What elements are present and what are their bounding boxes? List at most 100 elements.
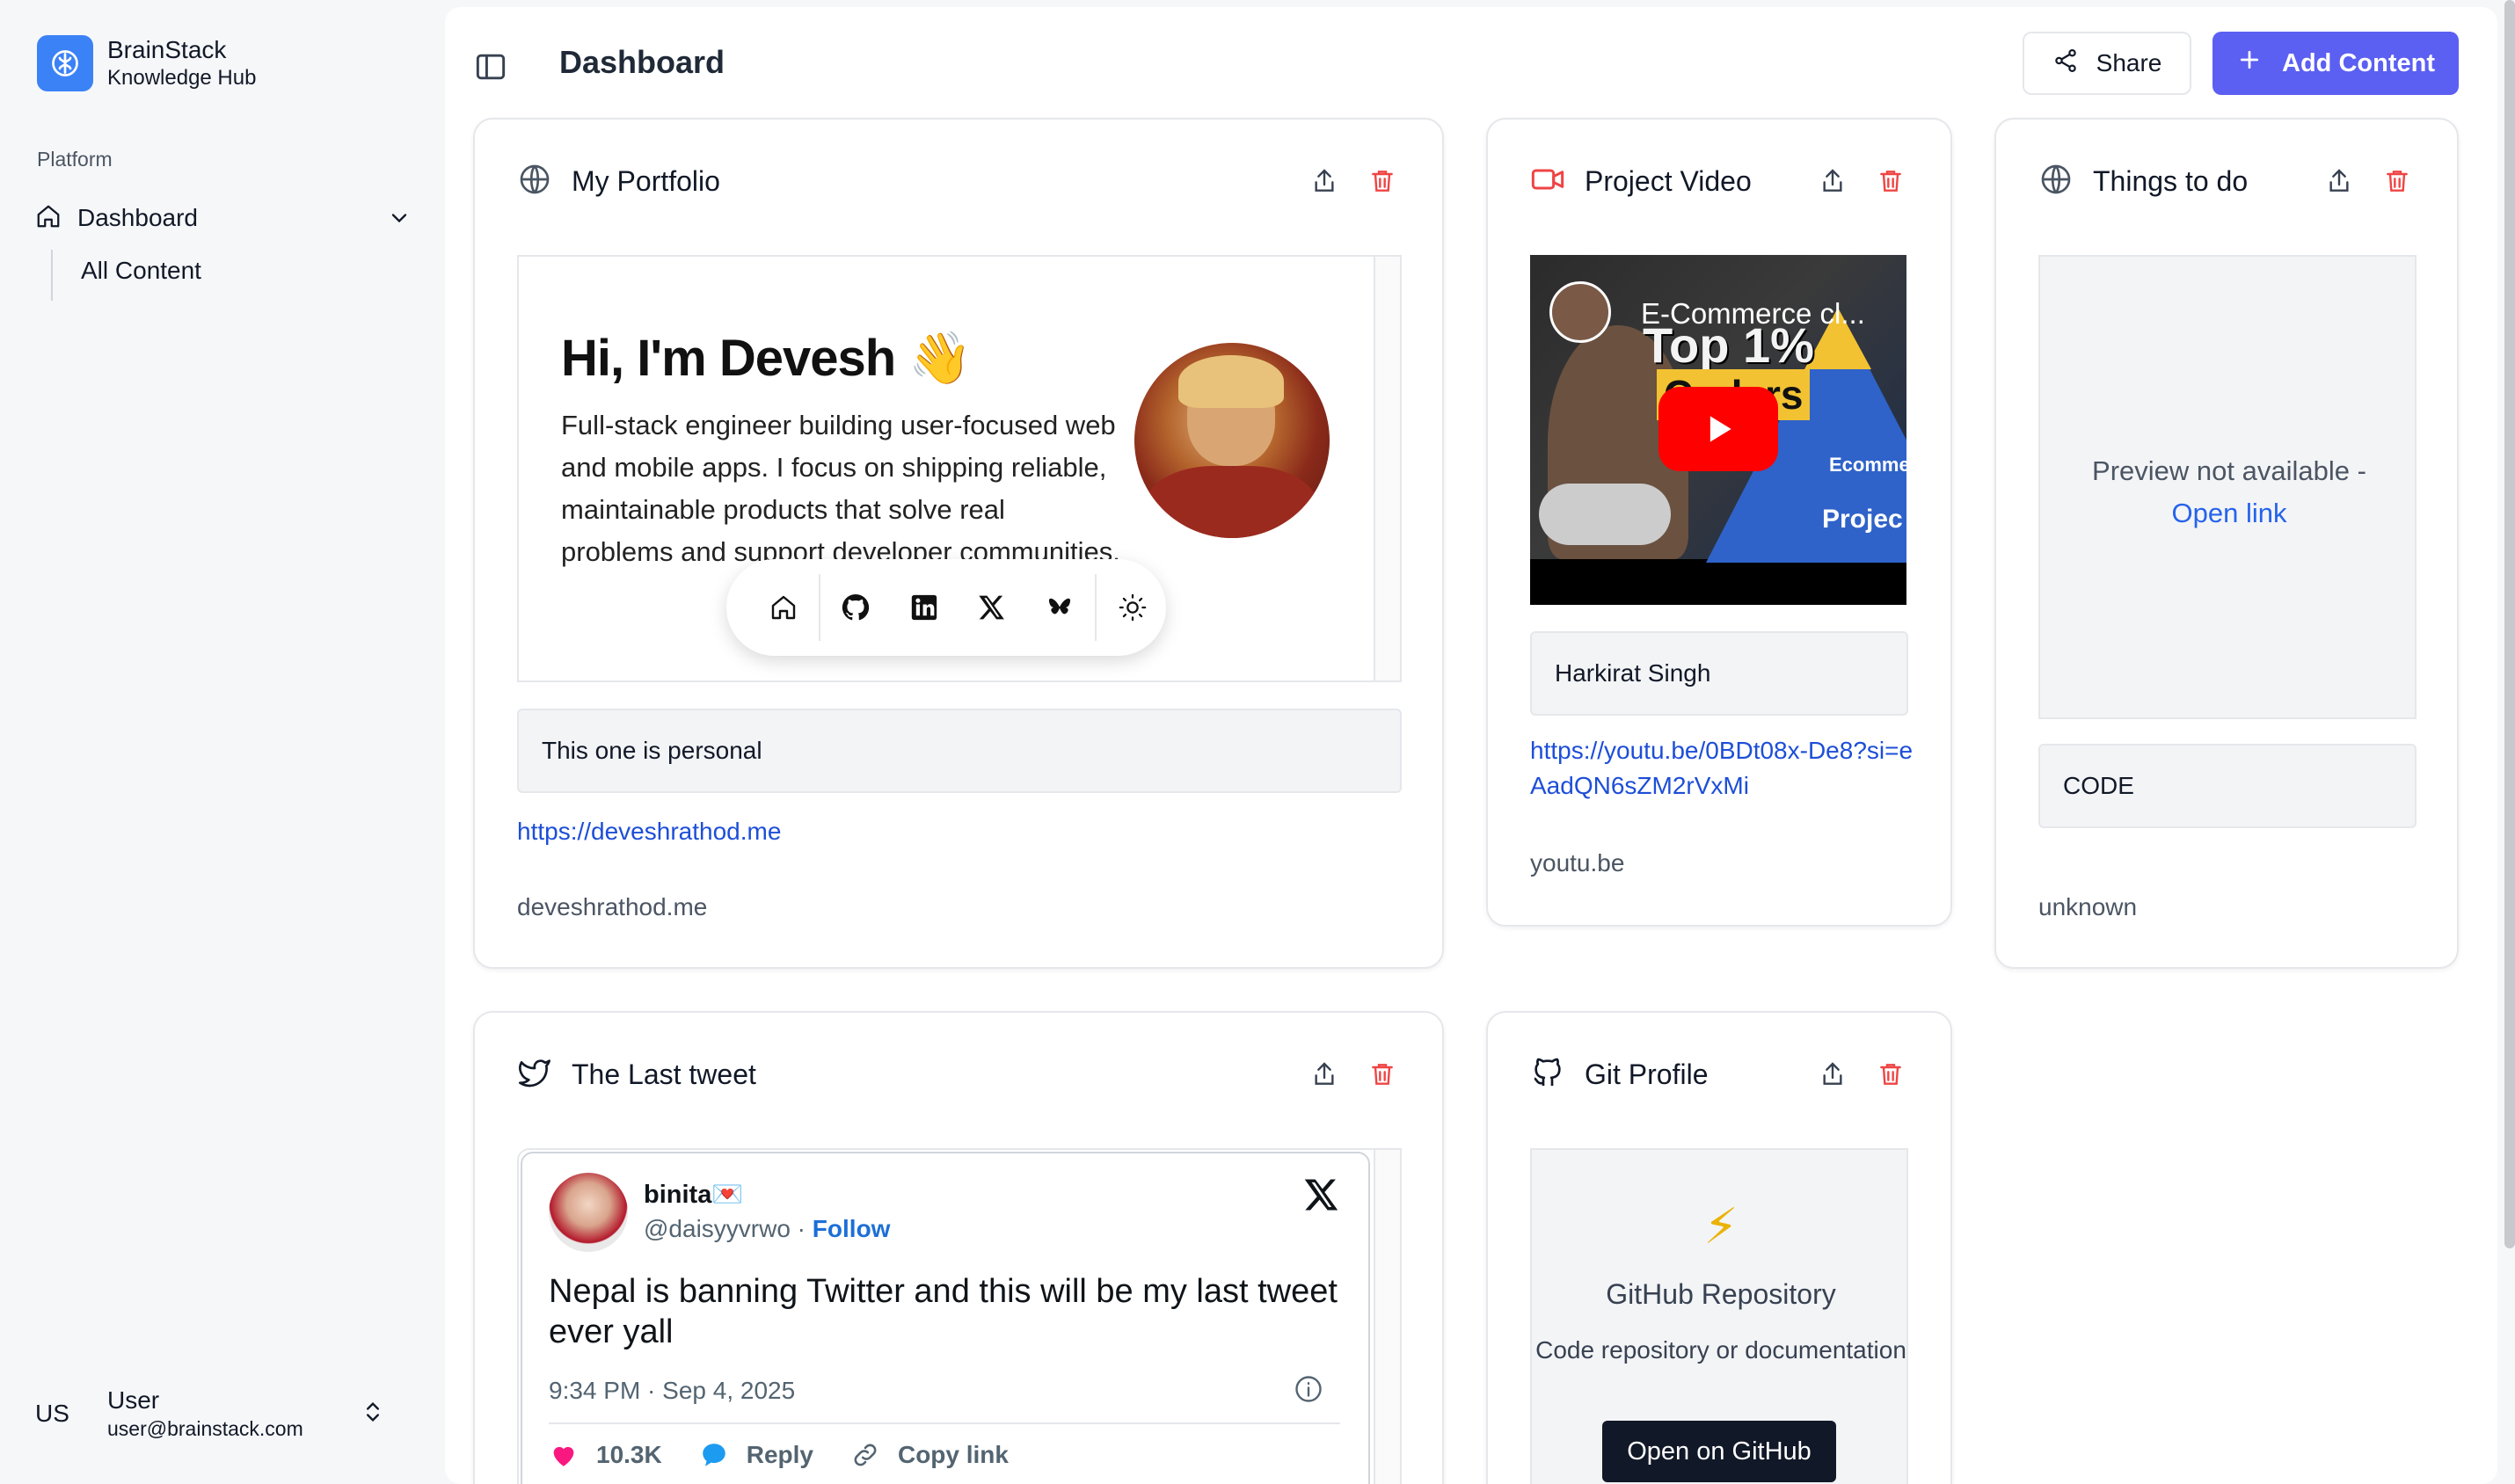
note-box: This one is personal xyxy=(517,709,1402,793)
home-icon[interactable] xyxy=(749,572,817,643)
brand[interactable]: BrainStack Knowledge Hub xyxy=(37,35,256,91)
card-title: The Last tweet xyxy=(572,1058,756,1090)
trash-icon[interactable] xyxy=(2383,167,2411,200)
avatar: US xyxy=(35,1400,69,1427)
preview-scrollbar[interactable] xyxy=(1374,257,1400,680)
content-domain: deveshrathod.me xyxy=(517,893,708,920)
card-title: Things to do xyxy=(2093,165,2249,197)
add-content-button[interactable]: Add Content xyxy=(2212,32,2459,95)
divider xyxy=(549,1422,1340,1424)
content-domain: unknown xyxy=(2038,893,2138,920)
sidebar: BrainStack Knowledge Hub Platform Dashbo… xyxy=(0,0,445,1484)
tweet-handle: @daisyyvrwo · Follow xyxy=(644,1215,891,1242)
dock-divider xyxy=(1095,574,1097,641)
home-icon xyxy=(35,203,62,234)
share-icon xyxy=(2052,47,2079,80)
brand-name: BrainStack xyxy=(107,36,227,63)
video-icon xyxy=(1530,162,1565,201)
preview-dock xyxy=(726,559,1166,656)
content-link[interactable]: https://youtu.be/0BDt08x-De8?si=eAadQN6s… xyxy=(1530,733,1917,804)
trash-icon[interactable] xyxy=(1368,167,1396,200)
handle-text[interactable]: @daisyyvrwo xyxy=(644,1215,791,1242)
twitter-icon xyxy=(517,1055,552,1095)
video-embed[interactable]: Top 1% Coders Ecomme Projec E-Commerce c… xyxy=(1530,255,1906,605)
profile-avatar xyxy=(1134,343,1330,538)
video-title[interactable]: E-Commerce cl... xyxy=(1641,297,1865,331)
repo-description: Code repository or documentation xyxy=(1535,1336,1906,1364)
trash-icon[interactable] xyxy=(1368,1060,1396,1093)
sidebar-item-label: Dashboard xyxy=(77,204,198,231)
copy-link-button[interactable]: Copy link xyxy=(850,1440,1009,1470)
user-name: User xyxy=(107,1386,160,1414)
thumbnail-text: Ecomme xyxy=(1829,454,1906,476)
page-scrollbar[interactable] xyxy=(2504,0,2515,1248)
follow-link[interactable]: Follow xyxy=(813,1215,891,1242)
github-icon xyxy=(1530,1055,1565,1095)
open-github-button[interactable]: Open on GitHub xyxy=(1602,1421,1836,1482)
share-upload-icon[interactable] xyxy=(2325,167,2353,200)
tweet-text: Nepal is banning Twitter and this will b… xyxy=(549,1273,1338,1350)
share-upload-icon[interactable] xyxy=(1819,167,1847,200)
avatar[interactable] xyxy=(549,1173,628,1252)
tweet-time[interactable]: 9:34 PM · Sep 4, 2025 xyxy=(549,1377,795,1405)
share-upload-icon[interactable] xyxy=(1310,1060,1338,1093)
sidebar-toggle-icon[interactable] xyxy=(471,47,510,91)
plus-icon xyxy=(2236,47,2263,80)
tweet-author[interactable]: binita💌 xyxy=(644,1180,743,1210)
chevron-down-icon[interactable] xyxy=(387,206,412,235)
user-menu[interactable]: US User user@brainstack.com xyxy=(35,1377,412,1451)
copy-link-label: Copy link xyxy=(897,1441,1009,1468)
page-title: Dashboard xyxy=(559,44,725,80)
share-upload-icon[interactable] xyxy=(1310,167,1338,200)
card-title: Project Video xyxy=(1585,165,1752,197)
content-link[interactable]: https://deveshrathod.me xyxy=(517,814,781,849)
add-content-label: Add Content xyxy=(2282,48,2435,77)
content-domain: youtu.be xyxy=(1530,849,1625,877)
trash-icon[interactable] xyxy=(1877,167,1905,200)
preview-unavailable-text: Preview not available - xyxy=(2092,455,2366,486)
like-button[interactable]: 10.3K xyxy=(549,1440,662,1470)
reply-label: Reply xyxy=(746,1441,813,1468)
note-box: Harkirat Singh xyxy=(1530,631,1908,716)
brain-icon xyxy=(37,35,93,91)
card-title: Git Profile xyxy=(1585,1058,1709,1090)
play-icon[interactable] xyxy=(1658,387,1778,471)
nav-divider xyxy=(51,250,53,301)
content-card-video: Project Video Top 1% Coders Ecomme Proje… xyxy=(1486,118,1952,927)
content-card-portfolio: My Portfolio Hi, I'm Devesh 👋 Full-stack… xyxy=(473,118,1444,969)
x-icon[interactable] xyxy=(958,572,1025,643)
brand-subtitle: Knowledge Hub xyxy=(107,66,257,90)
note-box: CODE xyxy=(2038,744,2417,828)
dock-divider xyxy=(819,574,820,641)
open-link[interactable]: Open link xyxy=(2040,492,2418,535)
trash-icon[interactable] xyxy=(1877,1060,1905,1093)
bluesky-icon[interactable] xyxy=(1025,572,1093,643)
channel-avatar[interactable] xyxy=(1549,281,1611,343)
card-title: My Portfolio xyxy=(572,165,720,197)
sun-icon[interactable] xyxy=(1098,572,1166,643)
embed-scrollbar[interactable] xyxy=(1374,1150,1400,1484)
repo-title: GitHub Repository xyxy=(1606,1278,1836,1310)
share-upload-icon[interactable] xyxy=(1819,1060,1847,1093)
github-preview: ⚡ GitHub Repository Code repository or d… xyxy=(1530,1148,1908,1484)
linkedin-icon[interactable] xyxy=(890,572,958,643)
user-email: user@brainstack.com xyxy=(107,1417,303,1440)
like-count: 10.3K xyxy=(596,1441,662,1468)
reply-button[interactable]: Reply xyxy=(699,1440,813,1470)
preview-bio: Full-stack engineer building user-focuse… xyxy=(561,410,1120,567)
section-label: Platform xyxy=(37,148,113,171)
preview-heading: Hi, I'm Devesh 👋 xyxy=(561,330,972,387)
globe-icon xyxy=(2038,162,2074,201)
tweet-embed[interactable]: binita💌 @daisyyvrwo · Follow Nepal is ba… xyxy=(517,1148,1402,1484)
sidebar-item-dashboard[interactable]: Dashboard xyxy=(35,197,412,239)
share-button[interactable]: Share xyxy=(2023,32,2191,95)
content-card-tweet: The Last tweet binita💌 @daisyyvrwo · Fol… xyxy=(473,1011,1444,1484)
github-icon[interactable] xyxy=(822,572,890,643)
x-logo-icon[interactable] xyxy=(1303,1176,1340,1218)
preview-placeholder: Preview not available - Open link xyxy=(2038,255,2417,719)
content-card-git: Git Profile ⚡ GitHub Repository Code rep… xyxy=(1486,1011,1952,1484)
sidebar-item-all-content[interactable]: All Content xyxy=(81,257,201,285)
chevrons-up-down-icon[interactable] xyxy=(361,1400,385,1429)
content-card-todo: Things to do Preview not available - Ope… xyxy=(1994,118,2459,969)
info-icon[interactable] xyxy=(1293,1373,1324,1409)
